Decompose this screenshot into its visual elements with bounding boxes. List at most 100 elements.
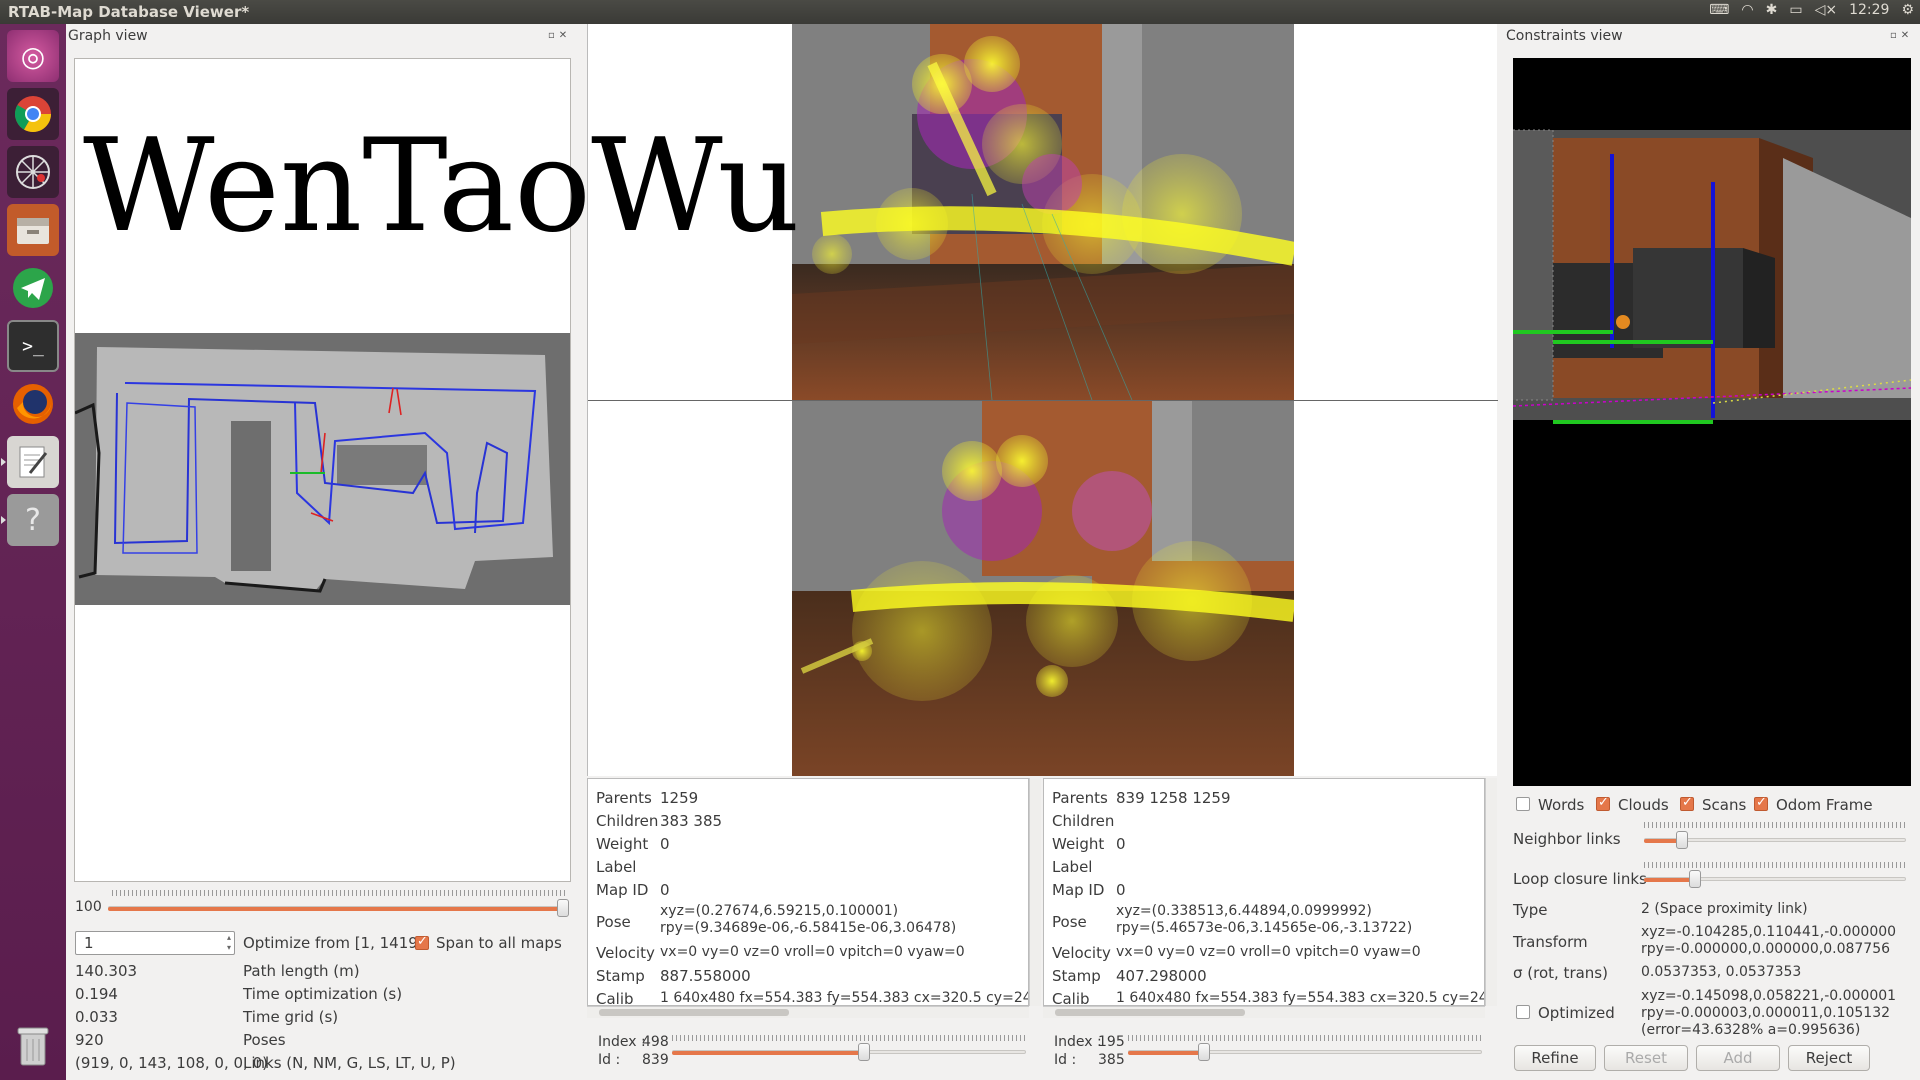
parents-value: 1259 bbox=[660, 789, 699, 807]
graph-view-title: Graph view bbox=[68, 28, 148, 44]
children-label: Children bbox=[1052, 812, 1115, 830]
graph-slider-value: 100 bbox=[75, 899, 102, 915]
map-id-value: 0 bbox=[1116, 881, 1126, 899]
velocity-label: Velocity bbox=[1052, 944, 1111, 962]
volume-icon[interactable]: ◁× bbox=[1815, 2, 1838, 18]
left-index-fill bbox=[672, 1051, 864, 1055]
graph-slider-handle[interactable] bbox=[557, 899, 569, 917]
clouds-checkbox[interactable] bbox=[1596, 795, 1610, 811]
loop-closure-ticks bbox=[1644, 862, 1906, 868]
wifi-icon[interactable]: ◠ bbox=[1741, 2, 1753, 18]
sigma-label: σ (rot, trans) bbox=[1513, 964, 1608, 982]
spin-arrows-icon[interactable]: ▴ ▾ bbox=[227, 933, 231, 953]
transform-xyz: xyz=-0.104285,0.110441,-0.000000 bbox=[1641, 924, 1897, 940]
stat-value: (919, 0, 143, 108, 0, 0, 0) bbox=[75, 1054, 268, 1072]
stat-value: 0.194 bbox=[75, 985, 118, 1003]
optimized-rpy: rpy=-0.000003,0.000011,0.105132 bbox=[1641, 1005, 1891, 1021]
parents-label: Parents bbox=[1052, 789, 1108, 807]
graph-view-canvas[interactable]: WenTaoWu bbox=[74, 58, 800, 882]
occupancy-grid-map[interactable] bbox=[75, 333, 570, 605]
odom-frame-label: Odom Frame bbox=[1776, 796, 1873, 814]
right-info-hscroll[interactable] bbox=[1043, 1006, 1485, 1018]
stat-label: Time grid (s) bbox=[243, 1008, 339, 1026]
left-index-handle[interactable] bbox=[858, 1043, 870, 1061]
pose-rpy: rpy=(9.34689e-06,-6.58415e-06,3.06478) bbox=[660, 920, 957, 936]
calib-value: 1 640x480 fx=554.383 fy=554.383 cx=320.5… bbox=[660, 990, 1029, 1006]
stamp-label: Stamp bbox=[1052, 967, 1101, 985]
stat-value: 0.033 bbox=[75, 1008, 118, 1026]
text-editor-icon[interactable] bbox=[1, 436, 59, 488]
left-hscroll-thumb[interactable] bbox=[599, 1009, 789, 1016]
add-button[interactable]: Add bbox=[1696, 1045, 1780, 1071]
calib-label: Calib bbox=[596, 990, 634, 1006]
right-info-vscroll[interactable] bbox=[1485, 778, 1497, 1006]
optimized-error: (error=43.6328% a=0.995636) bbox=[1641, 1022, 1861, 1038]
bluetooth-icon[interactable]: ✱ bbox=[1766, 2, 1778, 18]
left-id-value: 839 bbox=[642, 1052, 669, 1068]
graph-view-dock-buttons[interactable]: ▫✕ bbox=[548, 30, 571, 41]
firefox-icon[interactable] bbox=[7, 378, 59, 430]
stamp-value: 407.298000 bbox=[1116, 967, 1207, 985]
loop-closure-links-label: Loop closure links bbox=[1513, 870, 1647, 888]
children-label: Children bbox=[596, 812, 659, 830]
stat-value: 140.303 bbox=[75, 962, 138, 980]
image-view-bottom[interactable] bbox=[792, 401, 1294, 776]
clock[interactable]: 12:29 bbox=[1849, 2, 1889, 18]
window-title: RTAB-Map Database Viewer* bbox=[8, 3, 250, 21]
help-icon[interactable]: ? bbox=[1, 494, 59, 546]
right-index-handle[interactable] bbox=[1198, 1043, 1210, 1061]
pose-label: Pose bbox=[596, 913, 631, 931]
span-all-maps-checkbox[interactable] bbox=[415, 934, 429, 950]
keyboard-icon[interactable]: ⌨ bbox=[1709, 2, 1729, 18]
loop-closure-fill bbox=[1644, 878, 1694, 882]
neighbor-links-handle[interactable] bbox=[1676, 831, 1688, 849]
constraints-3d-view[interactable] bbox=[1513, 58, 1911, 786]
scans-checkbox[interactable] bbox=[1680, 795, 1694, 811]
label-label: Label bbox=[1052, 858, 1093, 876]
reject-button[interactable]: Reject bbox=[1788, 1045, 1870, 1071]
optimize-from-value: 1 bbox=[84, 934, 94, 952]
terminal-icon[interactable]: >_ bbox=[7, 320, 59, 372]
ubuntu-dash-icon[interactable]: ◎ bbox=[7, 30, 59, 82]
system-tray: ⌨ ◠ ✱ ▭ ◁× 12:29 ⚙ bbox=[1709, 2, 1914, 18]
gear-icon[interactable]: ⚙ bbox=[1901, 2, 1914, 18]
stat-label: Path length (m) bbox=[243, 962, 360, 980]
left-info-vscroll[interactable] bbox=[1029, 778, 1041, 1006]
stamp-label: Stamp bbox=[596, 967, 645, 985]
weight-value: 0 bbox=[1116, 835, 1126, 853]
constraints-dock-buttons[interactable]: ▫✕ bbox=[1890, 30, 1913, 41]
files-icon[interactable] bbox=[7, 204, 59, 256]
telegram-icon[interactable] bbox=[7, 262, 59, 314]
image-view-top[interactable] bbox=[792, 24, 1294, 400]
loop-closure-handle[interactable] bbox=[1689, 870, 1701, 888]
rviz-icon[interactable] bbox=[7, 146, 59, 198]
optimize-from-label: Optimize from [1, 1419] bbox=[243, 934, 424, 952]
chrome-icon[interactable] bbox=[7, 88, 59, 140]
optimized-checkbox[interactable] bbox=[1516, 1005, 1530, 1019]
left-index-value: 498 bbox=[642, 1034, 669, 1050]
weight-label: Weight bbox=[596, 835, 649, 853]
refine-button[interactable]: Refine bbox=[1514, 1045, 1596, 1071]
right-hscroll-thumb[interactable] bbox=[1055, 1009, 1245, 1016]
left-id-label: Id : bbox=[598, 1052, 621, 1068]
reset-button[interactable]: Reset bbox=[1604, 1045, 1688, 1071]
stat-label: Time optimization (s) bbox=[243, 985, 403, 1003]
weight-value: 0 bbox=[660, 835, 670, 853]
pose-xyz: xyz=(0.338513,6.44894,0.0999992) bbox=[1116, 903, 1372, 919]
map-id-label: Map ID bbox=[1052, 881, 1105, 899]
constraints-view-title: Constraints view bbox=[1506, 28, 1623, 44]
calib-value: 1 640x480 fx=554.383 fy=554.383 cx=320.5… bbox=[1116, 990, 1485, 1006]
neighbor-links-label: Neighbor links bbox=[1513, 830, 1621, 848]
trash-icon[interactable] bbox=[7, 1020, 59, 1072]
words-checkbox[interactable] bbox=[1516, 797, 1530, 811]
map-id-label: Map ID bbox=[596, 881, 649, 899]
type-label: Type bbox=[1513, 901, 1548, 919]
odom-frame-checkbox[interactable] bbox=[1754, 795, 1768, 811]
optimize-from-spinbox[interactable]: 1 ▴ ▾ bbox=[75, 931, 235, 955]
right-id-label: Id : bbox=[1054, 1052, 1077, 1068]
left-info-hscroll[interactable] bbox=[587, 1006, 1029, 1018]
calib-label: Calib bbox=[1052, 990, 1090, 1006]
optimized-label: Optimized bbox=[1538, 1004, 1615, 1022]
parents-label: Parents bbox=[596, 789, 652, 807]
battery-icon[interactable]: ▭ bbox=[1789, 2, 1802, 18]
